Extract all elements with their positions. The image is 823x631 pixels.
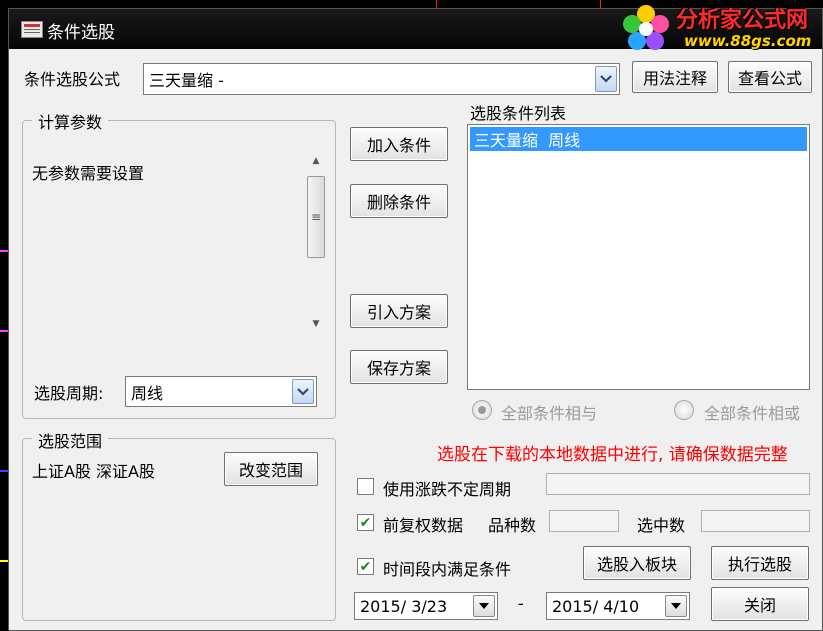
params-scrollbar[interactable]: ▲ ≡ ▼ xyxy=(305,150,327,335)
chevron-down-icon[interactable] xyxy=(665,595,687,617)
all-and-radio[interactable] xyxy=(472,400,492,420)
all-or-label: 全部条件相或 xyxy=(704,404,801,423)
end-date-value: 2015/ 4/10 xyxy=(552,596,640,616)
background-chart-line xyxy=(0,560,8,562)
varieties-label: 品种数 xyxy=(488,516,537,535)
formula-selected-value: 三天量缩 - xyxy=(149,71,224,90)
pre-adjusted-label: 前复权数据 xyxy=(383,516,464,535)
background-chart-line xyxy=(0,470,8,472)
background-chart-line xyxy=(0,330,8,332)
varieties-count-field xyxy=(549,510,619,532)
background-chart-line xyxy=(600,0,601,8)
add-to-block-button[interactable]: 选股入板块 xyxy=(583,546,691,580)
chevron-down-icon[interactable] xyxy=(473,595,495,617)
range-group-title: 选股范围 xyxy=(32,428,109,452)
scroll-down-icon[interactable]: ▼ xyxy=(305,315,327,333)
start-date-value: 2015/ 3/23 xyxy=(360,596,448,616)
params-text: 无参数需要设置 xyxy=(32,164,145,183)
chevron-down-icon[interactable] xyxy=(292,379,314,404)
conditions-title: 选股条件列表 xyxy=(470,104,567,123)
flower-logo-icon xyxy=(623,5,669,50)
all-and-label: 全部条件相与 xyxy=(501,404,598,423)
view-formula-button[interactable]: 查看公式 xyxy=(728,61,812,93)
data-warning-text: 选股在下载的本地数据中进行, 请确保数据完整 xyxy=(437,445,788,465)
watermark-url: www.88gs.com xyxy=(684,32,812,50)
period-label: 选股周期: xyxy=(34,384,104,403)
end-date-picker[interactable]: 2015/ 4/10 xyxy=(546,592,690,620)
watermark-logo: 分析家公式网 www.88gs.com xyxy=(612,0,822,56)
time-period-checkbox[interactable]: ✔ xyxy=(357,558,374,575)
change-range-button[interactable]: 改变范围 xyxy=(224,452,318,486)
checkmark-icon: ✔ xyxy=(359,514,372,531)
selected-count-field xyxy=(701,510,810,532)
chevron-down-icon[interactable] xyxy=(595,66,617,92)
variable-period-checkbox[interactable] xyxy=(357,478,374,495)
params-group-title: 计算参数 xyxy=(32,109,109,133)
formula-label: 条件选股公式 xyxy=(24,70,121,89)
save-scheme-button[interactable]: 保存方案 xyxy=(350,350,448,384)
start-date-picker[interactable]: 2015/ 3/23 xyxy=(354,592,498,620)
period-select[interactable]: 周线 xyxy=(125,376,317,407)
scroll-up-icon[interactable]: ▲ xyxy=(305,152,327,170)
conditions-list[interactable]: 三天量缩 周线 xyxy=(467,124,810,390)
variable-period-field[interactable] xyxy=(546,473,810,495)
pre-adjusted-checkbox[interactable]: ✔ xyxy=(357,514,374,531)
scroll-thumb[interactable]: ≡ xyxy=(307,176,325,258)
formula-select[interactable]: 三天量缩 - xyxy=(143,63,620,95)
import-scheme-button[interactable]: 引入方案 xyxy=(350,294,448,328)
window-title: 条件选股 xyxy=(47,23,115,43)
variable-period-label: 使用涨跌不定周期 xyxy=(383,480,512,499)
background-chart-line xyxy=(436,0,437,8)
execute-selection-button[interactable]: 执行选股 xyxy=(711,546,809,580)
all-or-radio[interactable] xyxy=(674,400,694,420)
watermark-title: 分析家公式网 xyxy=(676,8,809,33)
background-chart-line xyxy=(0,250,8,252)
time-period-label: 时间段内满足条件 xyxy=(383,560,512,579)
close-button[interactable]: 关闭 xyxy=(711,587,809,621)
add-condition-button[interactable]: 加入条件 xyxy=(350,127,448,161)
delete-condition-button[interactable]: 删除条件 xyxy=(350,184,448,218)
selected-count-label: 选中数 xyxy=(637,516,686,535)
checkmark-icon: ✔ xyxy=(359,558,372,575)
date-separator: - xyxy=(518,594,524,613)
range-text: 上证A股 深证A股 xyxy=(32,462,155,481)
usage-notes-button[interactable]: 用法注释 xyxy=(632,61,718,93)
app-icon xyxy=(21,21,43,38)
list-item[interactable]: 三天量缩 周线 xyxy=(470,127,807,151)
period-selected-value: 周线 xyxy=(131,383,164,403)
